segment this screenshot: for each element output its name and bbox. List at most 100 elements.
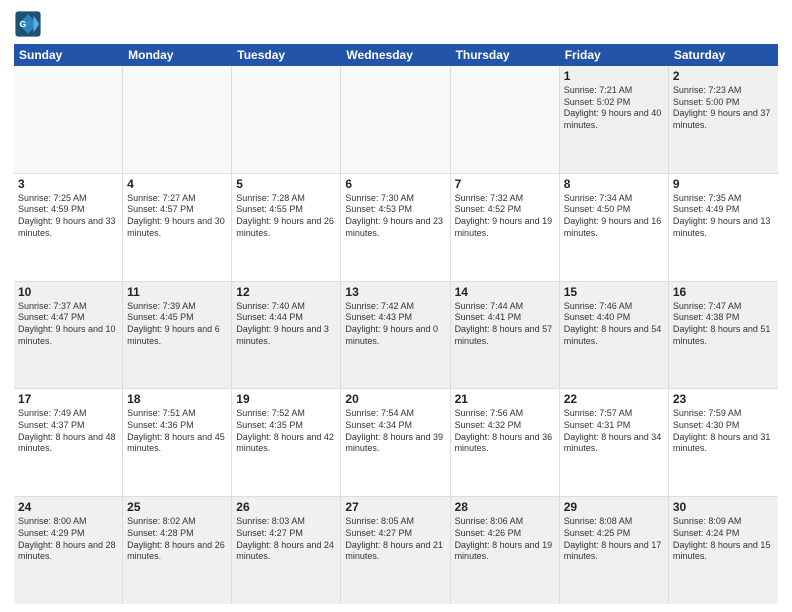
calendar-row-1: 1Sunrise: 7:21 AMSunset: 5:02 PMDaylight… <box>14 66 778 174</box>
page: G SundayMondayTuesdayWednesdayThursdayFr… <box>0 0 792 612</box>
day-info: Sunrise: 7:21 AM <box>564 85 664 97</box>
day-info: Sunrise: 7:39 AM <box>127 301 227 313</box>
day-number: 27 <box>345 500 445 514</box>
day-info: Sunrise: 7:46 AM <box>564 301 664 313</box>
day-cell-25: 25Sunrise: 8:02 AMSunset: 4:28 PMDayligh… <box>123 497 232 604</box>
day-info: Sunset: 4:35 PM <box>236 420 336 432</box>
day-info: Daylight: 8 hours and 19 minutes. <box>455 540 555 563</box>
day-cell-12: 12Sunrise: 7:40 AMSunset: 4:44 PMDayligh… <box>232 282 341 389</box>
day-number: 8 <box>564 177 664 191</box>
day-number: 18 <box>127 392 227 406</box>
weekday-header-friday: Friday <box>560 44 669 66</box>
day-cell-26: 26Sunrise: 8:03 AMSunset: 4:27 PMDayligh… <box>232 497 341 604</box>
day-number: 6 <box>345 177 445 191</box>
calendar-row-5: 24Sunrise: 8:00 AMSunset: 4:29 PMDayligh… <box>14 497 778 604</box>
empty-cell <box>232 66 341 173</box>
day-info: Sunrise: 7:54 AM <box>345 408 445 420</box>
day-number: 5 <box>236 177 336 191</box>
day-info: Sunrise: 7:47 AM <box>673 301 774 313</box>
day-cell-9: 9Sunrise: 7:35 AMSunset: 4:49 PMDaylight… <box>669 174 778 281</box>
day-info: Daylight: 8 hours and 48 minutes. <box>18 432 118 455</box>
day-info: Daylight: 8 hours and 15 minutes. <box>673 540 774 563</box>
day-cell-17: 17Sunrise: 7:49 AMSunset: 4:37 PMDayligh… <box>14 389 123 496</box>
day-number: 13 <box>345 285 445 299</box>
logo: G <box>14 10 46 38</box>
weekday-header-tuesday: Tuesday <box>232 44 341 66</box>
calendar-body: 1Sunrise: 7:21 AMSunset: 5:02 PMDaylight… <box>14 66 778 604</box>
weekday-header-saturday: Saturday <box>669 44 778 66</box>
svg-text:G: G <box>20 19 27 29</box>
day-info: Sunrise: 7:57 AM <box>564 408 664 420</box>
day-cell-13: 13Sunrise: 7:42 AMSunset: 4:43 PMDayligh… <box>341 282 450 389</box>
day-number: 17 <box>18 392 118 406</box>
day-cell-11: 11Sunrise: 7:39 AMSunset: 4:45 PMDayligh… <box>123 282 232 389</box>
header: G <box>14 10 778 38</box>
day-info: Daylight: 9 hours and 33 minutes. <box>18 216 118 239</box>
day-info: Daylight: 9 hours and 13 minutes. <box>673 216 774 239</box>
calendar-header: SundayMondayTuesdayWednesdayThursdayFrid… <box>14 44 778 66</box>
day-info: Daylight: 8 hours and 51 minutes. <box>673 324 774 347</box>
day-info: Sunrise: 8:05 AM <box>345 516 445 528</box>
day-info: Sunset: 4:29 PM <box>18 528 118 540</box>
day-number: 7 <box>455 177 555 191</box>
day-info: Sunset: 4:55 PM <box>236 204 336 216</box>
day-info: Sunset: 4:26 PM <box>455 528 555 540</box>
day-info: Daylight: 8 hours and 28 minutes. <box>18 540 118 563</box>
day-cell-4: 4Sunrise: 7:27 AMSunset: 4:57 PMDaylight… <box>123 174 232 281</box>
day-info: Sunset: 4:44 PM <box>236 312 336 324</box>
day-info: Sunrise: 7:28 AM <box>236 193 336 205</box>
day-info: Daylight: 9 hours and 6 minutes. <box>127 324 227 347</box>
day-number: 22 <box>564 392 664 406</box>
day-number: 26 <box>236 500 336 514</box>
day-cell-3: 3Sunrise: 7:25 AMSunset: 4:59 PMDaylight… <box>14 174 123 281</box>
day-info: Daylight: 8 hours and 45 minutes. <box>127 432 227 455</box>
day-info: Sunrise: 8:03 AM <box>236 516 336 528</box>
day-number: 29 <box>564 500 664 514</box>
day-info: Daylight: 8 hours and 39 minutes. <box>345 432 445 455</box>
day-info: Sunset: 4:41 PM <box>455 312 555 324</box>
day-info: Sunset: 4:40 PM <box>564 312 664 324</box>
day-cell-20: 20Sunrise: 7:54 AMSunset: 4:34 PMDayligh… <box>341 389 450 496</box>
day-cell-22: 22Sunrise: 7:57 AMSunset: 4:31 PMDayligh… <box>560 389 669 496</box>
day-info: Sunrise: 8:08 AM <box>564 516 664 528</box>
day-cell-10: 10Sunrise: 7:37 AMSunset: 4:47 PMDayligh… <box>14 282 123 389</box>
day-info: Sunset: 4:24 PM <box>673 528 774 540</box>
day-cell-28: 28Sunrise: 8:06 AMSunset: 4:26 PMDayligh… <box>451 497 560 604</box>
day-cell-16: 16Sunrise: 7:47 AMSunset: 4:38 PMDayligh… <box>669 282 778 389</box>
day-info: Sunrise: 7:35 AM <box>673 193 774 205</box>
day-info: Sunrise: 8:09 AM <box>673 516 774 528</box>
day-cell-6: 6Sunrise: 7:30 AMSunset: 4:53 PMDaylight… <box>341 174 450 281</box>
day-info: Daylight: 9 hours and 10 minutes. <box>18 324 118 347</box>
day-info: Sunrise: 8:02 AM <box>127 516 227 528</box>
day-info: Sunrise: 7:51 AM <box>127 408 227 420</box>
day-number: 20 <box>345 392 445 406</box>
day-cell-5: 5Sunrise: 7:28 AMSunset: 4:55 PMDaylight… <box>232 174 341 281</box>
day-info: Daylight: 9 hours and 40 minutes. <box>564 108 664 131</box>
day-info: Daylight: 8 hours and 57 minutes. <box>455 324 555 347</box>
empty-cell <box>451 66 560 173</box>
day-cell-21: 21Sunrise: 7:56 AMSunset: 4:32 PMDayligh… <box>451 389 560 496</box>
day-info: Daylight: 9 hours and 0 minutes. <box>345 324 445 347</box>
day-info: Sunrise: 7:49 AM <box>18 408 118 420</box>
day-info: Sunrise: 8:00 AM <box>18 516 118 528</box>
weekday-header-monday: Monday <box>123 44 232 66</box>
day-number: 9 <box>673 177 774 191</box>
day-cell-19: 19Sunrise: 7:52 AMSunset: 4:35 PMDayligh… <box>232 389 341 496</box>
day-number: 1 <box>564 69 664 83</box>
day-cell-2: 2Sunrise: 7:23 AMSunset: 5:00 PMDaylight… <box>669 66 778 173</box>
day-info: Daylight: 8 hours and 36 minutes. <box>455 432 555 455</box>
day-cell-27: 27Sunrise: 8:05 AMSunset: 4:27 PMDayligh… <box>341 497 450 604</box>
day-info: Daylight: 8 hours and 54 minutes. <box>564 324 664 347</box>
day-info: Daylight: 8 hours and 42 minutes. <box>236 432 336 455</box>
day-info: Sunset: 4:52 PM <box>455 204 555 216</box>
calendar-row-2: 3Sunrise: 7:25 AMSunset: 4:59 PMDaylight… <box>14 174 778 282</box>
calendar: SundayMondayTuesdayWednesdayThursdayFrid… <box>14 44 778 604</box>
day-info: Sunrise: 8:06 AM <box>455 516 555 528</box>
day-number: 30 <box>673 500 774 514</box>
day-info: Daylight: 9 hours and 23 minutes. <box>345 216 445 239</box>
day-cell-14: 14Sunrise: 7:44 AMSunset: 4:41 PMDayligh… <box>451 282 560 389</box>
day-info: Sunset: 4:53 PM <box>345 204 445 216</box>
weekday-header-thursday: Thursday <box>451 44 560 66</box>
day-cell-23: 23Sunrise: 7:59 AMSunset: 4:30 PMDayligh… <box>669 389 778 496</box>
day-info: Sunset: 4:28 PM <box>127 528 227 540</box>
